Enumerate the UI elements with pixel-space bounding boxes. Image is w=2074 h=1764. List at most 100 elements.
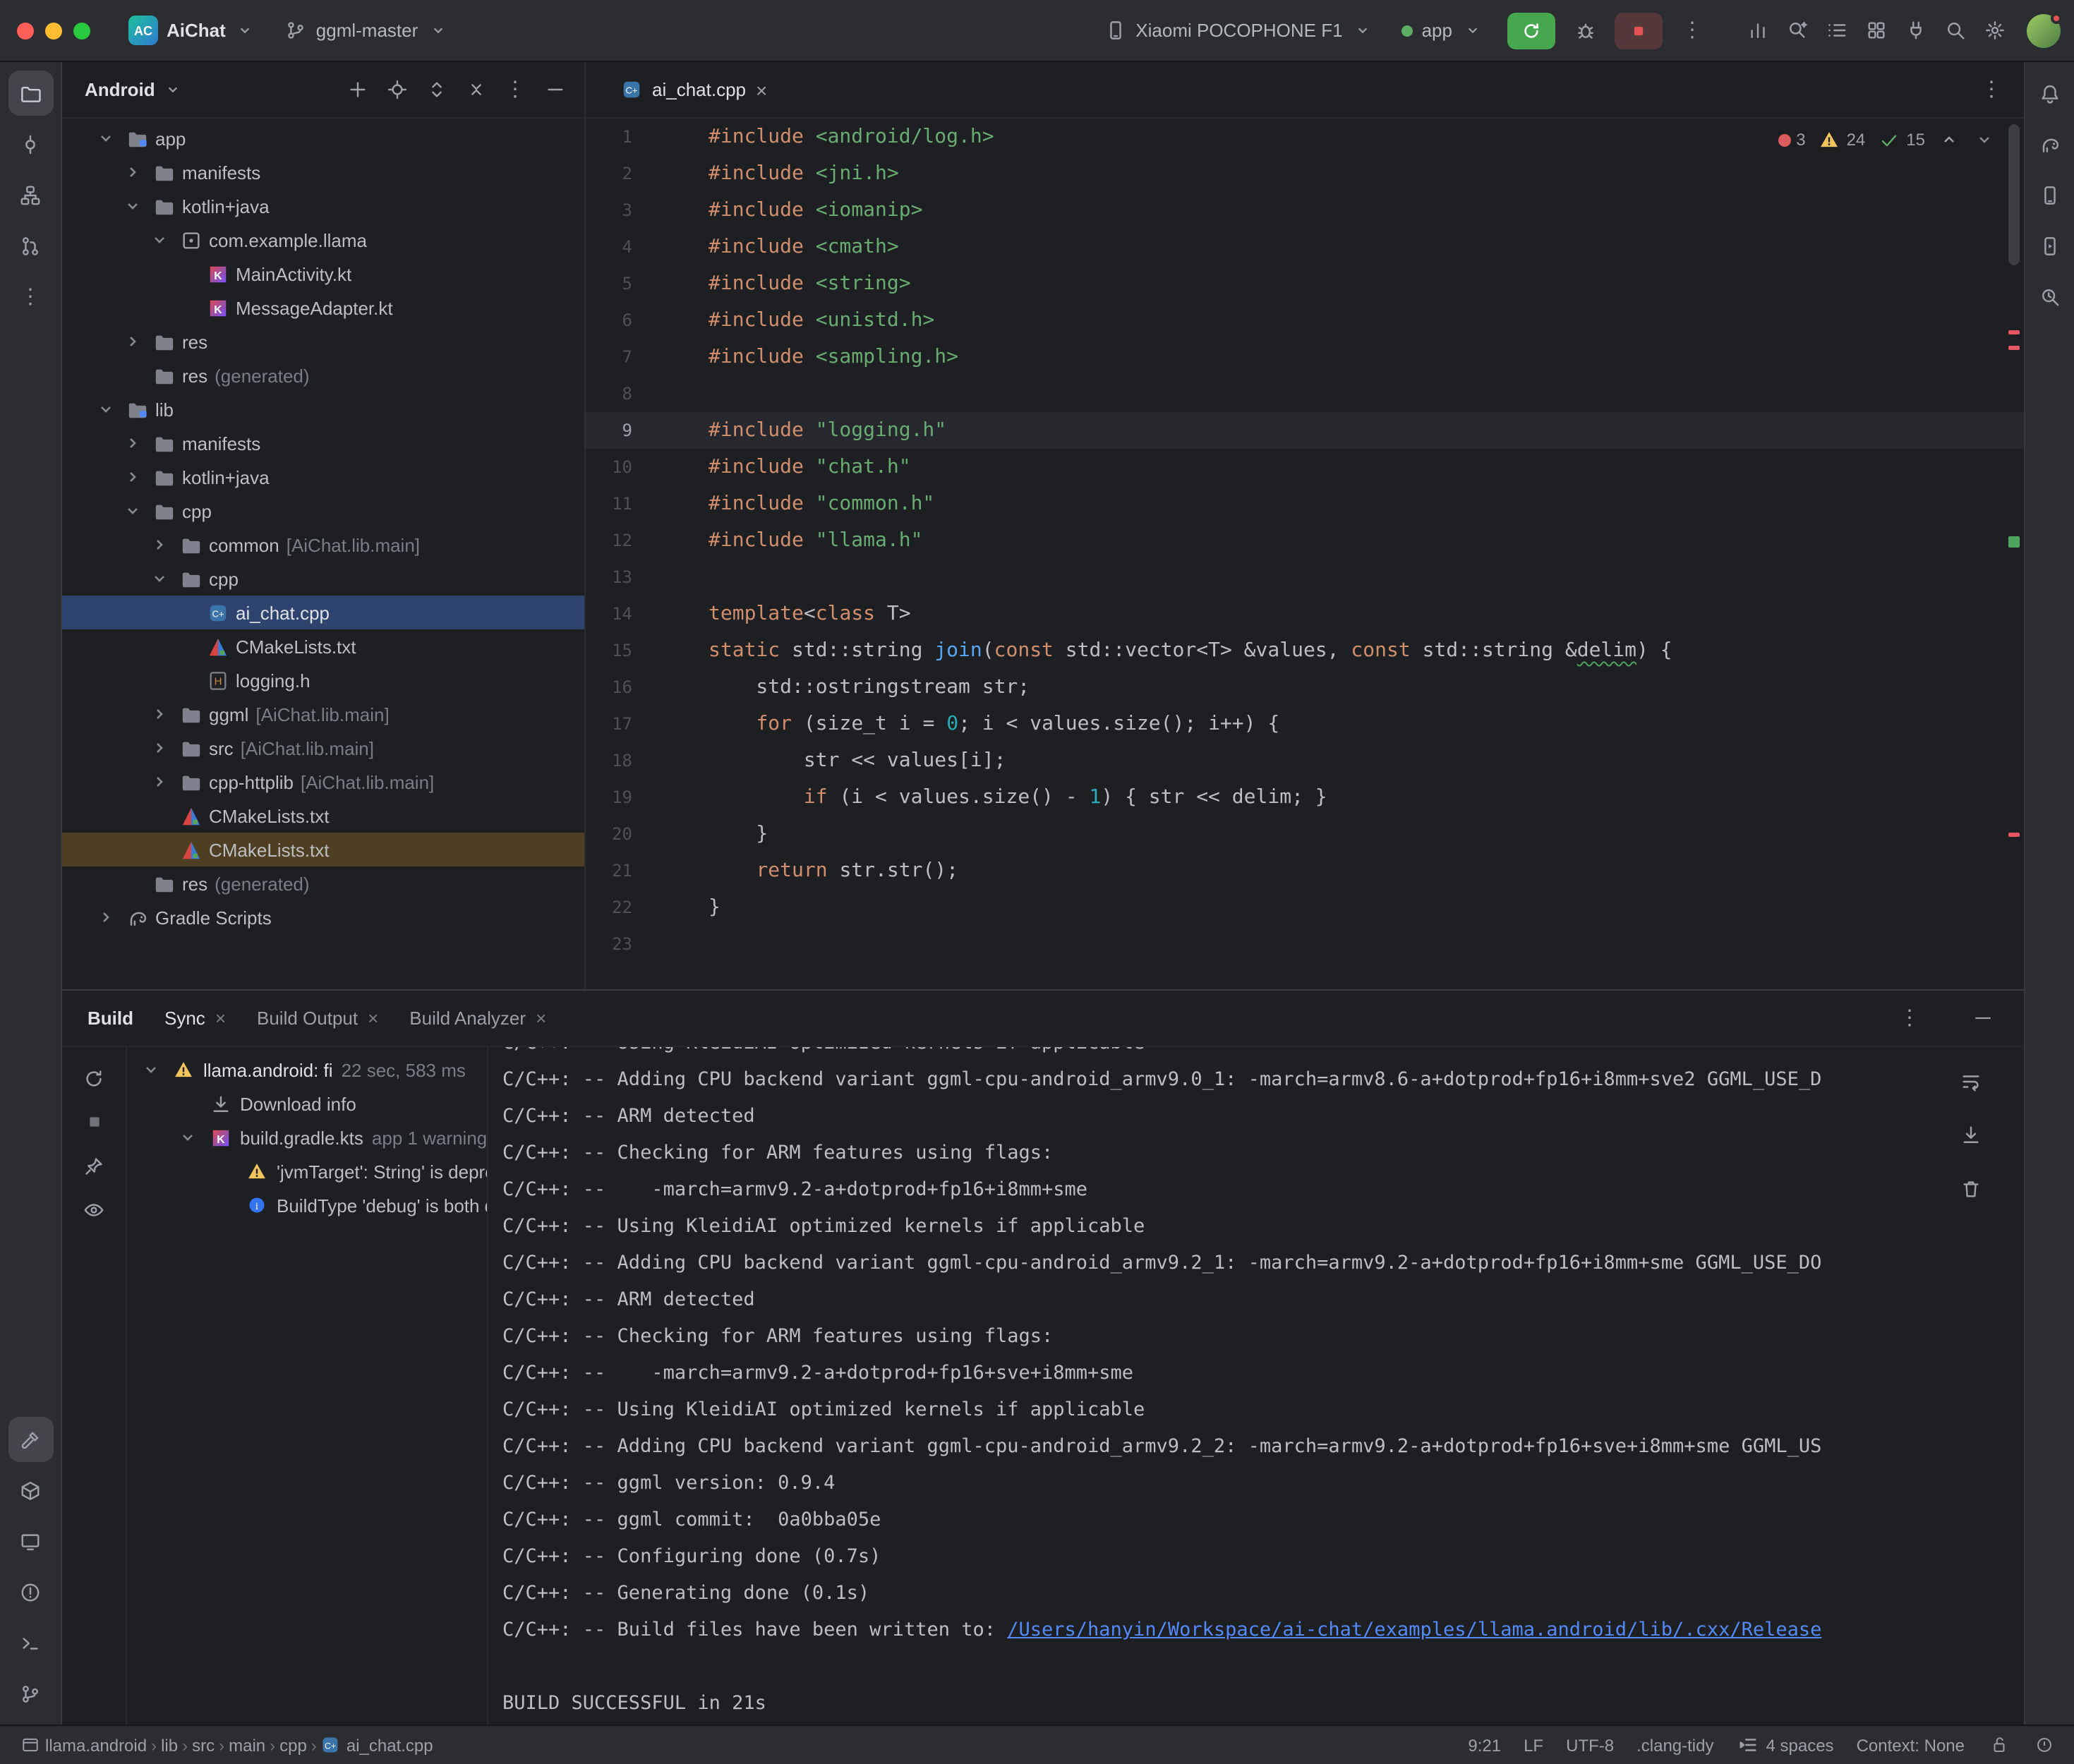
- line-number[interactable]: 12: [586, 522, 709, 559]
- line-number[interactable]: 9: [586, 412, 709, 449]
- line-number[interactable]: 17: [586, 706, 709, 742]
- tree-item[interactable]: kotlin+java: [62, 189, 584, 223]
- tree-item[interactable]: common[AiChat.lib.main]: [62, 528, 584, 562]
- inspections-widget[interactable]: 3 24 15: [1769, 126, 2004, 154]
- build-tab-build-output[interactable]: Build Output×: [257, 1008, 378, 1029]
- passed-count[interactable]: 15: [1878, 128, 1925, 151]
- commit-button[interactable]: [8, 121, 53, 167]
- chevron-down-icon[interactable]: [93, 402, 119, 416]
- close-tab-icon[interactable]: ×: [756, 78, 767, 101]
- tree-item[interactable]: kotlin+java: [62, 460, 584, 494]
- chevron-right-icon[interactable]: [120, 470, 145, 484]
- error-count[interactable]: 3: [1778, 130, 1805, 150]
- build-button[interactable]: [8, 1417, 53, 1462]
- chevron-right-icon[interactable]: [120, 436, 145, 450]
- refresh-button[interactable]: [74, 1058, 114, 1098]
- gradle-button[interactable]: [2027, 121, 2073, 167]
- clear-button[interactable]: [1948, 1166, 1993, 1211]
- status-widget-4-spaces[interactable]: 4 spaces: [1737, 1734, 1834, 1756]
- tree-item[interactable]: com.example.llama: [62, 223, 584, 257]
- pin-button[interactable]: [74, 1146, 114, 1185]
- line-number[interactable]: 11: [586, 485, 709, 522]
- tree-item[interactable]: ggml[AiChat.lib.main]: [62, 697, 584, 731]
- more-button[interactable]: ⋮: [497, 71, 533, 108]
- search-button[interactable]: [1936, 12, 1973, 49]
- more-actions-button[interactable]: ⋮: [1671, 11, 1713, 50]
- line-number[interactable]: 3: [586, 192, 709, 229]
- line-number[interactable]: 16: [586, 669, 709, 706]
- extensions-button[interactable]: [1857, 12, 1894, 49]
- tree-item[interactable]: KMainActivity.kt: [62, 257, 584, 291]
- build-tree-item[interactable]: Kbuild.gradle.ktsapp 1 warning: [127, 1120, 487, 1154]
- close-tab-icon[interactable]: ×: [368, 1008, 378, 1029]
- line-number[interactable]: 23: [586, 926, 709, 962]
- project-selector[interactable]: AC AiChat: [119, 10, 267, 51]
- debug-button[interactable]: [1564, 11, 1606, 50]
- editor-tab-options-button[interactable]: ⋮: [1970, 70, 2013, 109]
- chevron-right-icon[interactable]: [147, 775, 172, 789]
- line-number[interactable]: 10: [586, 449, 709, 485]
- tree-item[interactable]: res(generated): [62, 358, 584, 392]
- chevron-right-icon[interactable]: [120, 334, 145, 349]
- dependencies-button[interactable]: [8, 1468, 53, 1513]
- status-widget[interactable]: [2032, 1734, 2055, 1756]
- chevron-right-icon[interactable]: [147, 538, 172, 552]
- close-window-button[interactable]: [17, 22, 34, 39]
- tree-item[interactable]: cpp: [62, 494, 584, 528]
- build-tree-item[interactable]: iBuildType 'debug' is both de: [127, 1188, 487, 1222]
- breadcrumb-item[interactable]: C+ai_chat.cpp: [321, 1735, 433, 1755]
- tree-item[interactable]: Hlogging.h: [62, 663, 584, 697]
- close-tab-icon[interactable]: ×: [536, 1008, 546, 1029]
- previous-problem-icon[interactable]: [1938, 128, 1960, 151]
- status-widget-9-21[interactable]: 9:21: [1468, 1735, 1501, 1755]
- chevron-down-icon[interactable]: [147, 572, 172, 586]
- running-devices-button[interactable]: [2027, 223, 2073, 268]
- status-widget-context-none[interactable]: Context: None: [1857, 1735, 1965, 1755]
- chevron-down-icon[interactable]: [93, 131, 119, 145]
- notifications-button[interactable]: [2027, 71, 2073, 116]
- breadcrumb-item[interactable]: src: [192, 1735, 215, 1755]
- more-button[interactable]: ⋮: [8, 274, 53, 319]
- hide-button[interactable]: [536, 71, 573, 108]
- structure-button[interactable]: [8, 172, 53, 217]
- breadcrumb-item[interactable]: cpp: [279, 1735, 307, 1755]
- line-number[interactable]: 14: [586, 596, 709, 632]
- tree-item[interactable]: Gradle Scripts: [62, 900, 584, 934]
- tree-item[interactable]: src[AiChat.lib.main]: [62, 731, 584, 765]
- app-insights-button[interactable]: [2027, 274, 2073, 319]
- search-ai-button[interactable]: [1778, 12, 1815, 49]
- scroll-end-button[interactable]: [1948, 1112, 1993, 1157]
- breadcrumb-item[interactable]: llama.android: [20, 1735, 147, 1755]
- line-number[interactable]: 15: [586, 632, 709, 669]
- profiler-button[interactable]: [1739, 12, 1775, 49]
- chevron-down-icon[interactable]: [120, 504, 145, 518]
- stop-button[interactable]: [74, 1102, 114, 1142]
- code-editor[interactable]: 1#include <android/log.h>2#include <jni.…: [586, 119, 2024, 989]
- chevron-down-icon[interactable]: [147, 233, 172, 247]
- avatar[interactable]: [2027, 13, 2061, 47]
- device-selector[interactable]: Xiaomi POCOPHONE F1: [1095, 13, 1383, 47]
- device-manager-button[interactable]: [2027, 172, 2073, 217]
- zoom-window-button[interactable]: [73, 22, 90, 39]
- project-view-mode[interactable]: Android: [85, 79, 155, 100]
- line-number[interactable]: 20: [586, 816, 709, 852]
- breadcrumb-item[interactable]: lib: [161, 1735, 178, 1755]
- build-tab-build-analyzer[interactable]: Build Analyzer×: [409, 1008, 546, 1029]
- line-number[interactable]: 4: [586, 229, 709, 265]
- line-number[interactable]: 7: [586, 339, 709, 375]
- plus-button[interactable]: [339, 71, 375, 108]
- error-stripe-mark[interactable]: [2008, 833, 2020, 837]
- stop-button[interactable]: [1615, 12, 1663, 49]
- warning-count[interactable]: 24: [1819, 128, 1866, 151]
- tree-item[interactable]: cpp-httplib[AiChat.lib.main]: [62, 765, 584, 799]
- problems-button[interactable]: [8, 1569, 53, 1614]
- line-number[interactable]: 21: [586, 852, 709, 889]
- eye-button[interactable]: [74, 1190, 114, 1229]
- editor-scrollbar[interactable]: [2008, 124, 2020, 265]
- terminal-button[interactable]: [8, 1620, 53, 1665]
- line-number[interactable]: 18: [586, 742, 709, 779]
- pull-requests-button[interactable]: [8, 223, 53, 268]
- run-button[interactable]: [1507, 12, 1555, 49]
- tree-item[interactable]: CMakeLists.txt: [62, 629, 584, 663]
- line-number[interactable]: 1: [586, 119, 709, 155]
